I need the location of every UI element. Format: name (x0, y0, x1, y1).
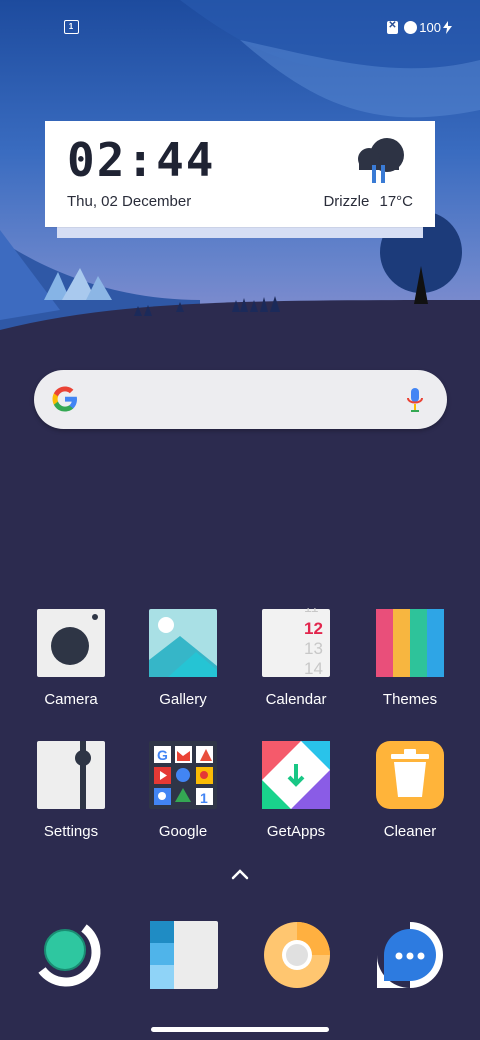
clock-weather-widget[interactable]: 02:44 Thu, 02 December Drizzle 17°C (45, 121, 435, 227)
google-folder-icon: G 1 (149, 741, 217, 809)
browser-icon[interactable] (262, 920, 332, 990)
app-label: GetApps (266, 823, 326, 840)
battery-level: 100 (419, 19, 441, 35)
clock-time[interactable]: 02:44 (67, 133, 215, 187)
app-settings[interactable]: Settings (16, 740, 126, 840)
status-icons: 100 (387, 18, 452, 36)
chat-bubble-icon[interactable] (375, 920, 445, 990)
app-label: Camera (44, 691, 98, 708)
app-camera[interactable]: Camera (16, 608, 126, 708)
google-g-icon (52, 386, 77, 412)
app-label: Google (158, 823, 208, 840)
app-label: Cleaner (383, 823, 437, 840)
gallery-icon (149, 609, 217, 677)
app-cleaner[interactable]: Cleaner (355, 740, 465, 840)
app-calendar[interactable]: 11 12 13 14 Calendar (241, 599, 351, 708)
settings-icon (37, 741, 105, 809)
camera-icon (37, 609, 105, 677)
calendar-icon: 11 12 13 14 (262, 599, 330, 678)
gesture-navigation-bar[interactable] (151, 1027, 329, 1032)
microphone-icon[interactable] (405, 386, 425, 414)
weather-temperature: 17°C (379, 193, 413, 210)
calendar-notification-icon: 1 (64, 20, 79, 34)
battery-icon (404, 20, 418, 34)
widget-shadow (57, 226, 423, 238)
svg-text:G: G (157, 747, 168, 763)
app-google-folder[interactable]: G 1 Google (128, 740, 238, 840)
calendar-date: 13 (304, 639, 323, 658)
app-label: Calendar (265, 691, 327, 708)
app-label: Themes (382, 691, 438, 708)
calendar-notification-day: 1 (68, 22, 74, 31)
weather-summary: Drizzle 17°C (323, 193, 413, 210)
chevron-up-icon[interactable] (228, 866, 252, 882)
google-search-bar[interactable] (34, 370, 447, 429)
app-label: Gallery (159, 691, 207, 708)
no-sim-icon (387, 20, 399, 34)
getapps-icon (262, 741, 330, 809)
cleaner-icon (376, 741, 444, 809)
themes-icon (376, 609, 444, 677)
charging-bolt-icon (443, 20, 452, 34)
messages-icon[interactable] (149, 920, 219, 990)
calendar-date: 14 (304, 659, 323, 678)
clock-date: Thu, 02 December (67, 193, 192, 210)
app-label: Settings (43, 823, 99, 840)
app-themes[interactable]: Themes (355, 608, 465, 708)
calendar-date: 11 (304, 608, 319, 615)
weather-condition: Drizzle (323, 193, 370, 210)
phone-icon[interactable] (36, 920, 106, 990)
app-gallery[interactable]: Gallery (128, 608, 238, 708)
app-getapps[interactable]: GetApps (241, 740, 351, 840)
drizzle-cloud-icon (358, 138, 404, 183)
calendar-date: 12 (304, 619, 323, 638)
svg-text:1: 1 (200, 790, 208, 806)
battery-indicator: 100 (404, 20, 452, 35)
status-bar: 1 100 (0, 0, 480, 56)
